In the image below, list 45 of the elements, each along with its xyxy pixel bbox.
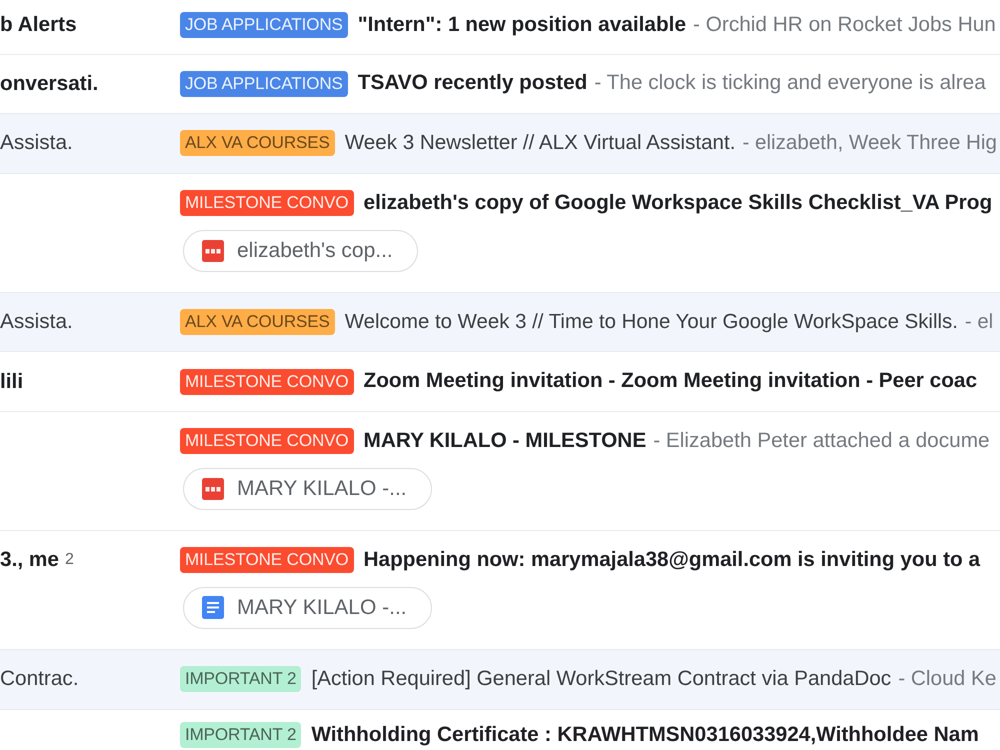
label-tag: ALX VA COURSES xyxy=(180,130,335,156)
sender-name: Assista. xyxy=(0,131,73,156)
email-snippet: - Orchid HR on Rocket Jobs Hun xyxy=(693,12,996,36)
email-subject: TSAVO recently posted xyxy=(358,71,588,94)
email-subject: Zoom Meeting invitation - Zoom Meeting invitation - Peer coac xyxy=(364,369,978,392)
label-tag: ALX VA COURSES xyxy=(180,309,335,336)
pdf-file-icon xyxy=(202,240,224,262)
email-snippet: - The clock is ticking and everyone is alrea xyxy=(594,71,986,94)
label-tag: MILESTONE CONVO xyxy=(180,547,354,574)
email-subject: Week 3 Newsletter // ALX Virtual Assistant. xyxy=(344,131,736,154)
email-subject: "Intern": 1 new position available xyxy=(358,12,686,36)
label-tag: JOB APPLICATIONS xyxy=(180,70,348,97)
pdf-file-icon xyxy=(202,478,224,500)
email-row[interactable]: IMPORTANT 2 Withholding Certificate : KRAWHTMSN0316033924,Withholdee Nam xyxy=(0,710,1000,750)
email-snippet: - Cloud Ke xyxy=(898,666,996,690)
attachment-chip[interactable]: MARY KILALO -... xyxy=(183,586,432,629)
email-subject: [Action Required] General WorkStream Contract via PandaDoc xyxy=(311,666,892,690)
label-tag: MILESTONE CONVO xyxy=(180,190,354,216)
attachment-chip[interactable]: MARY KILALO -... xyxy=(183,468,432,510)
sender-name: 3., me xyxy=(0,548,59,572)
sender-name: Contrac. xyxy=(0,667,79,692)
sender-name: onversati. xyxy=(0,72,98,96)
thread-count: 2 xyxy=(64,551,74,570)
sender-name: b Alerts xyxy=(0,13,77,37)
email-snippet: - el xyxy=(964,310,994,333)
sender-name: Assista. xyxy=(0,310,73,334)
email-subject: Welcome to Week 3 // Time to Hone Your Google WorkSpace Skills. xyxy=(344,310,958,333)
label-tag: MILESTONE CONVO xyxy=(180,368,354,395)
sender-name: lili xyxy=(0,370,24,394)
email-subject: Withholding Certificate : KRAWHTMSN0316033924,Withholdee Nam xyxy=(311,722,979,746)
label-tag: IMPORTANT 2 xyxy=(180,666,302,692)
label-tag: MILESTONE CONVO xyxy=(180,428,354,454)
email-subject: Happening now: marymajala38@gmail.com is inviting you to a xyxy=(364,548,980,571)
attachment-chip[interactable]: elizabeth's cop... xyxy=(183,230,418,272)
email-row[interactable]: onversati. JOB APPLICATIONS TSAVO recently posted - The clock is ticking and everyone is alrea xyxy=(0,54,1000,114)
email-snippet: - elizabeth, Week Three Hig xyxy=(742,131,997,154)
label-tag: IMPORTANT 2 xyxy=(180,722,302,748)
email-row[interactable]: Assista. ALX VA COURSES Welcome to Week 3 // Time to Hone Your Google WorkSpace Skills. - el xyxy=(0,292,1000,352)
email-row[interactable]: Assista. ALX VA COURSES Week 3 Newsletter // ALX Virtual Assistant. - elizabeth, Week Three Hig xyxy=(0,114,1000,174)
email-subject: elizabeth's copy of Google Workspace Skills Checklist_VA Prog xyxy=(364,190,992,214)
document-icon xyxy=(202,596,224,620)
email-row[interactable]: Contrac. IMPORTANT 2 [Action Required] General WorkStream Contract via PandaDoc - Cloud Ke xyxy=(0,650,1000,710)
label-tag: JOB APPLICATIONS xyxy=(180,12,348,38)
email-snippet: - Elizabeth Peter attached a docume xyxy=(653,428,990,452)
email-subject: MARY KILALO - MILESTONE xyxy=(364,428,646,452)
